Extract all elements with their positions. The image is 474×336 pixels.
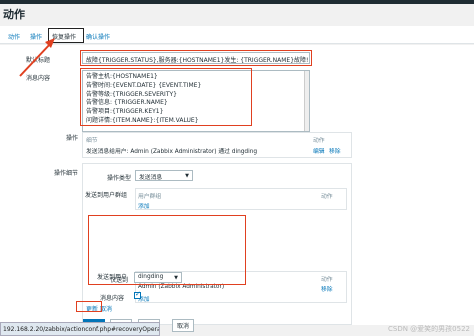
col-details: 细节 (86, 138, 98, 144)
operations-table: 细节 动作 发送消息给用户: Admin (Zabbix Administrat… (82, 132, 352, 158)
operation-row-details: 发送消息给用户: Admin (Zabbix Administrator) 通过… (86, 149, 258, 155)
top-bar (0, 0, 474, 4)
message-highlight (80, 68, 252, 126)
browser-status-bar: 192.168.2.20/zabbix/actionconf.php#recov… (0, 322, 160, 336)
default-msg-label: 消息内容 (100, 295, 125, 302)
chevron-down-icon: ▼ (185, 173, 189, 179)
update-highlight (76, 301, 102, 312)
users-highlight (88, 215, 246, 285)
op-details-label: 操作细节 (54, 170, 79, 177)
group-col-action: 动作 (321, 194, 333, 200)
default-message-checkbox[interactable] (134, 290, 141, 299)
op-type-value: 发送消息 (139, 175, 163, 181)
add-group-link[interactable]: 添加 (138, 201, 150, 210)
watermark: CSDN @爱笑的男孩0522 (388, 325, 470, 333)
tab-ack-operations[interactable]: 确认操作 (86, 32, 110, 41)
subject-highlight (80, 50, 312, 66)
annotation-arrow (19, 38, 55, 77)
remove-link[interactable]: 移除 (329, 146, 341, 155)
op-type-label: 操作类型 (107, 175, 132, 182)
col-action: 动作 (313, 138, 325, 144)
op-type-select[interactable]: 发送消息 ▼ (135, 170, 193, 181)
page-title: 动作 (3, 8, 25, 21)
cancel-button[interactable]: 取消 (172, 319, 195, 332)
group-col: 用户群组 (138, 194, 162, 200)
user-groups-table: 用户群组 动作 添加 (135, 188, 347, 210)
operations-label: 操作 (66, 135, 79, 142)
user-col-action: 动作 (321, 277, 333, 283)
edit-link[interactable]: 编辑 (313, 146, 325, 155)
textarea-scrollbar[interactable] (304, 71, 309, 131)
send-groups-label: 发送到用户群组 (85, 192, 128, 199)
user-remove-link[interactable]: 移除 (321, 284, 333, 293)
